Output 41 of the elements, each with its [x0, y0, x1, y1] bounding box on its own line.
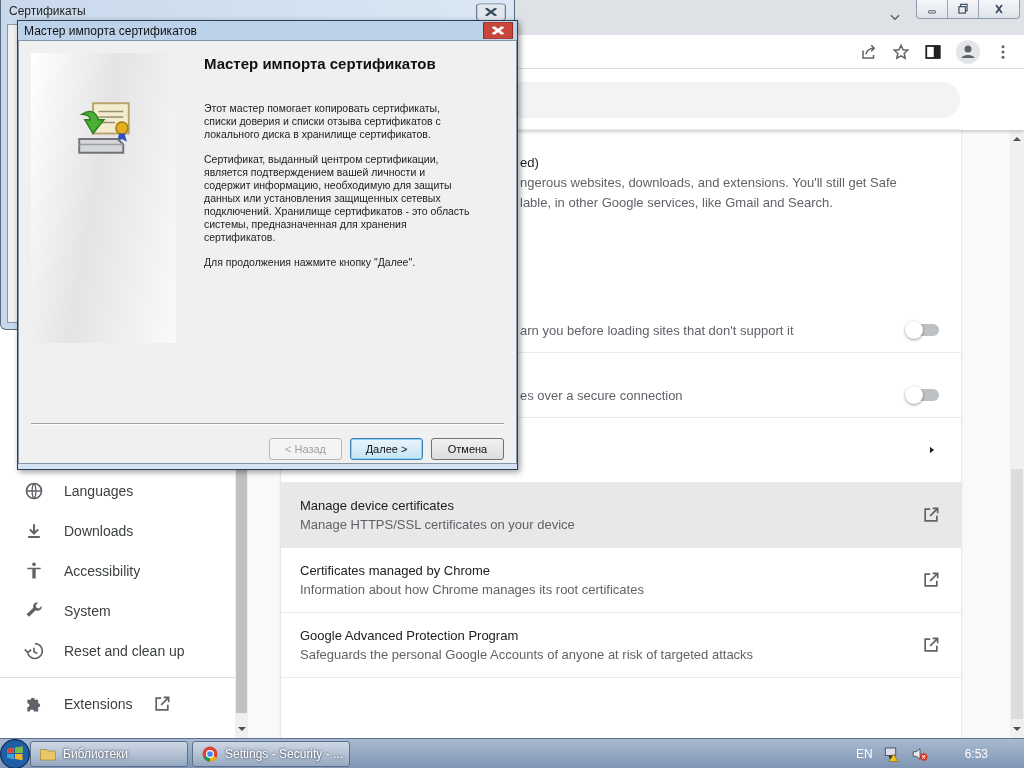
side-panel-icon[interactable]: [924, 42, 942, 61]
close-icon[interactable]: [476, 3, 506, 21]
profile-icon[interactable]: [956, 39, 980, 64]
setting-description: es over a secure connection: [520, 388, 683, 403]
wizard-paragraph: Этот мастер помогает копировать сертификаты, списки доверия и списки отзыва сертификатов с локального диска в хранилище сертификатов.: [204, 102, 442, 141]
setting-description: arn you before loading sites that don't support it: [520, 323, 794, 338]
settings-link-row[interactable]: Google Advanced Protection Program Safeguards the personal Google Accounts of anyone at risk of targeted attacks: [281, 613, 961, 678]
setting-description: ngerous websites, downloads, and extensions. You'll still get Safe: [520, 174, 898, 192]
settings-link-row[interactable]: Manage device certificates Manage HTTPS/SSL certificates on your device: [281, 483, 961, 548]
setting-description: lable, in other Google services, like Gmail and Search.: [520, 194, 834, 212]
scrollbar[interactable]: [1010, 130, 1024, 738]
close-button[interactable]: [483, 22, 513, 39]
sidebar-item[interactable]: Languages: [0, 471, 235, 511]
window-title: Сертификаты: [9, 4, 86, 20]
sidebar-item[interactable]: Accessibility: [0, 551, 235, 591]
toggle-switch[interactable]: [905, 387, 939, 403]
sidebar-item[interactable]: Reset and clean up: [0, 631, 235, 671]
sidebar-item[interactable]: Extensions: [0, 684, 235, 724]
share-icon[interactable]: [860, 42, 878, 61]
browser-icon: [201, 744, 219, 763]
setting-title: ed): [520, 154, 540, 172]
wizard-paragraph: Сертификат, выданный центром сертификации, является подтверждением вашей личности и содержит информацию, необходимую для защиты данных или установления защищенных сетевых подключений. Хранилище сертификатов - это область системы, предназначенная для хранения сертификатов.: [204, 153, 470, 244]
external-link-icon: [921, 505, 941, 525]
sidebar-item[interactable]: System: [0, 591, 235, 631]
external-link-icon: [921, 635, 941, 655]
sidebar-item[interactable]: Downloads: [0, 511, 235, 551]
wizard-paragraph: Для продолжения нажмите кнопку "Далее".: [204, 256, 417, 269]
toggle-switch[interactable]: [905, 322, 939, 338]
external-link-icon: [921, 570, 941, 590]
network-icon[interactable]: [882, 744, 901, 763]
external-link-icon: [152, 694, 173, 714]
star-icon[interactable]: [892, 42, 910, 61]
person-icon: [24, 561, 44, 581]
globe-icon: [24, 481, 44, 501]
history-icon: [24, 641, 44, 661]
settings-link-row[interactable]: Certificates managed by Chrome Information about how Chrome manages its root certificates: [281, 548, 961, 613]
wizard-heading: Мастер импорта сертификатов: [204, 55, 437, 72]
wizard-button[interactable]: Отмена: [431, 438, 504, 460]
start-button[interactable]: [0, 738, 30, 768]
window-title: Мастер импорта сертификатов: [24, 23, 197, 38]
wizard-button[interactable]: Далее >: [350, 438, 423, 460]
